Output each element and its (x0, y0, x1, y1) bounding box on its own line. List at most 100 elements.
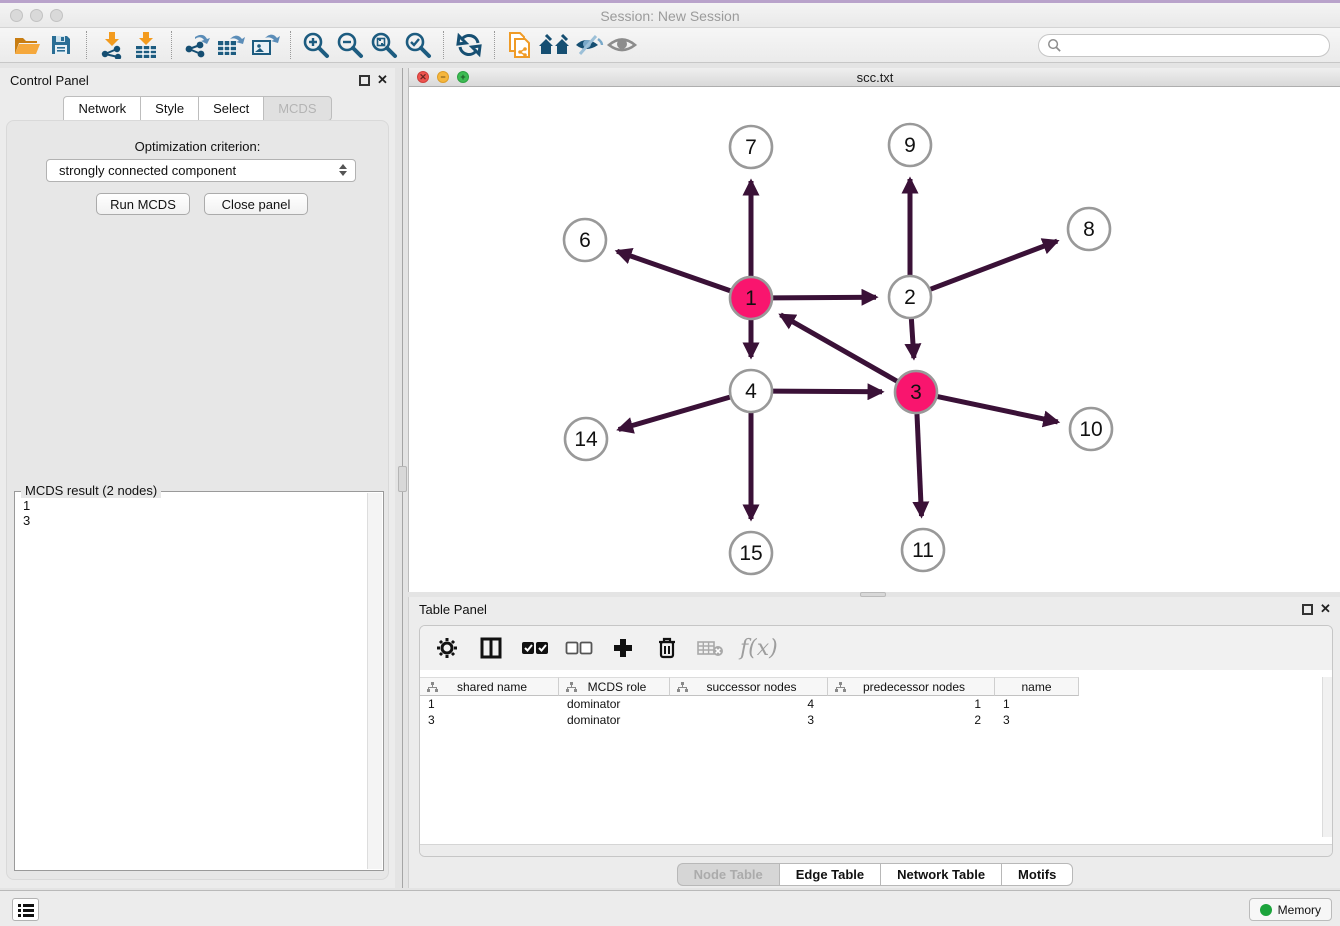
show-all-icon[interactable] (605, 30, 639, 60)
tab-edge-table[interactable]: Edge Table (779, 863, 880, 886)
svg-text:6: 6 (579, 229, 591, 252)
table-cell[interactable]: 1 (828, 696, 995, 712)
graph-edge-4-14[interactable] (619, 397, 730, 429)
search-field[interactable] (1038, 34, 1330, 57)
table-cell[interactable]: 3 (420, 712, 559, 728)
graph-edge-1-2[interactable] (773, 297, 876, 298)
column-header-shared-name[interactable]: shared name (420, 677, 559, 696)
delete-column-icon[interactable] (652, 633, 682, 663)
export-image-icon[interactable] (248, 30, 282, 60)
optimization-criterion-label: Optimization criterion: (7, 139, 388, 154)
tab-node-table[interactable]: Node Table (677, 863, 779, 886)
close-panel-button[interactable]: Close panel (204, 193, 308, 215)
svg-text:2: 2 (904, 286, 916, 309)
close-panel-icon[interactable]: ✕ (1320, 601, 1331, 617)
svg-text:7: 7 (745, 136, 757, 159)
table-cell[interactable]: 1 (420, 696, 559, 712)
vertical-splitter[interactable] (395, 68, 408, 888)
graph-node-1[interactable]: 1 (730, 277, 772, 319)
graph-edge-2-3[interactable] (911, 319, 913, 358)
tab-mcds[interactable]: MCDS (263, 96, 331, 121)
run-mcds-button[interactable]: Run MCDS (96, 193, 190, 215)
column-header-MCDS-role[interactable]: MCDS role (559, 677, 670, 696)
tab-network[interactable]: Network (63, 96, 140, 121)
splitter-grip[interactable] (398, 466, 407, 492)
search-input[interactable] (1062, 38, 1312, 52)
tab-select[interactable]: Select (198, 96, 263, 121)
import-table-icon[interactable] (129, 30, 163, 60)
duplicate-network-icon[interactable] (503, 30, 537, 60)
table-row[interactable]: 1dominator411 (420, 696, 1332, 712)
close-panel-icon[interactable]: ✕ (377, 72, 388, 88)
tab-network-table[interactable]: Network Table (880, 863, 1001, 886)
graph-node-7[interactable]: 7 (730, 126, 772, 168)
graph-edge-3-10[interactable] (938, 397, 1058, 422)
criterion-dropdown[interactable]: strongly connected component (46, 159, 356, 182)
table-cell[interactable]: 2 (828, 712, 995, 728)
control-panel-title: Control Panel (10, 73, 89, 88)
select-all-icon[interactable] (520, 633, 550, 663)
table-cell[interactable]: 3 (995, 712, 1079, 728)
table-cell[interactable]: dominator (559, 712, 670, 728)
app-titlebar: Session: New Session (0, 3, 1340, 28)
export-network-icon[interactable] (180, 30, 214, 60)
table-horizontal-scrollbar[interactable] (420, 844, 1332, 856)
column-header-successor-nodes[interactable]: successor nodes (670, 677, 828, 696)
control-panel: Control Panel ✕ NetworkStyleSelectMCDS O… (0, 68, 395, 888)
graph-edge-1-6[interactable] (617, 251, 730, 291)
list-icon (18, 903, 34, 917)
table-cell[interactable]: 4 (670, 696, 828, 712)
export-table-icon[interactable] (214, 30, 248, 60)
add-column-icon[interactable] (608, 633, 638, 663)
float-panel-icon[interactable] (359, 74, 370, 89)
tab-style[interactable]: Style (140, 96, 198, 121)
zoom-in-icon[interactable] (299, 30, 333, 60)
deselect-all-icon[interactable] (564, 633, 594, 663)
refresh-icon[interactable] (452, 30, 486, 60)
graph-node-10[interactable]: 10 (1070, 408, 1112, 450)
function-builder-icon[interactable]: f(x) (740, 636, 778, 661)
table-cell[interactable]: dominator (559, 696, 670, 712)
toolbar-separator (443, 31, 444, 59)
graph-node-14[interactable]: 14 (565, 418, 607, 460)
save-session-icon[interactable] (44, 30, 78, 60)
mcds-result-text[interactable]: 1 3 (15, 494, 367, 868)
network-graph[interactable]: 7 9 6 8 1 2 4 3 14 10 15 11 (409, 87, 1340, 592)
network-window-titlebar[interactable]: ✕ − + scc.txt (409, 68, 1340, 87)
graph-node-6[interactable]: 6 (564, 219, 606, 261)
graph-edge-3-1[interactable] (781, 315, 897, 381)
mcds-result-scrollbar[interactable] (367, 493, 382, 869)
zoom-fit-icon[interactable] (367, 30, 401, 60)
zoom-selected-icon[interactable] (401, 30, 435, 60)
graph-node-15[interactable]: 15 (730, 532, 772, 574)
tab-motifs[interactable]: Motifs (1001, 863, 1073, 886)
task-history-button[interactable] (12, 898, 39, 921)
import-network-icon[interactable] (95, 30, 129, 60)
memory-button[interactable]: Memory (1249, 898, 1332, 921)
open-file-icon[interactable] (10, 30, 44, 60)
zoom-out-icon[interactable] (333, 30, 367, 60)
column-header-name[interactable]: name (995, 677, 1079, 696)
table-cell[interactable]: 1 (995, 696, 1079, 712)
graph-edge-3-11[interactable] (917, 414, 922, 516)
column-header-predecessor-nodes[interactable]: predecessor nodes (828, 677, 995, 696)
table-settings-icon[interactable] (432, 633, 462, 663)
table-row[interactable]: 3dominator323 (420, 712, 1332, 728)
graph-edge-2-8[interactable] (931, 241, 1058, 289)
column-visibility-icon[interactable] (476, 633, 506, 663)
table-cell[interactable]: 3 (670, 712, 828, 728)
toolbar-separator (494, 31, 495, 59)
graph-node-11[interactable]: 11 (902, 529, 944, 571)
delete-table-icon[interactable] (696, 633, 726, 663)
first-neighbors-icon[interactable] (537, 30, 571, 60)
float-panel-icon[interactable] (1302, 603, 1313, 618)
graph-node-8[interactable]: 8 (1068, 208, 1110, 250)
mcds-panel: Optimization criterion: strongly connect… (6, 120, 389, 880)
graph-edge-4-3[interactable] (773, 391, 882, 392)
hide-selected-icon[interactable] (571, 30, 605, 60)
graph-node-9[interactable]: 9 (889, 124, 931, 166)
graph-node-4[interactable]: 4 (730, 370, 772, 412)
table-vertical-scrollbar[interactable] (1322, 677, 1332, 837)
graph-node-3[interactable]: 3 (895, 371, 937, 413)
graph-node-2[interactable]: 2 (889, 276, 931, 318)
